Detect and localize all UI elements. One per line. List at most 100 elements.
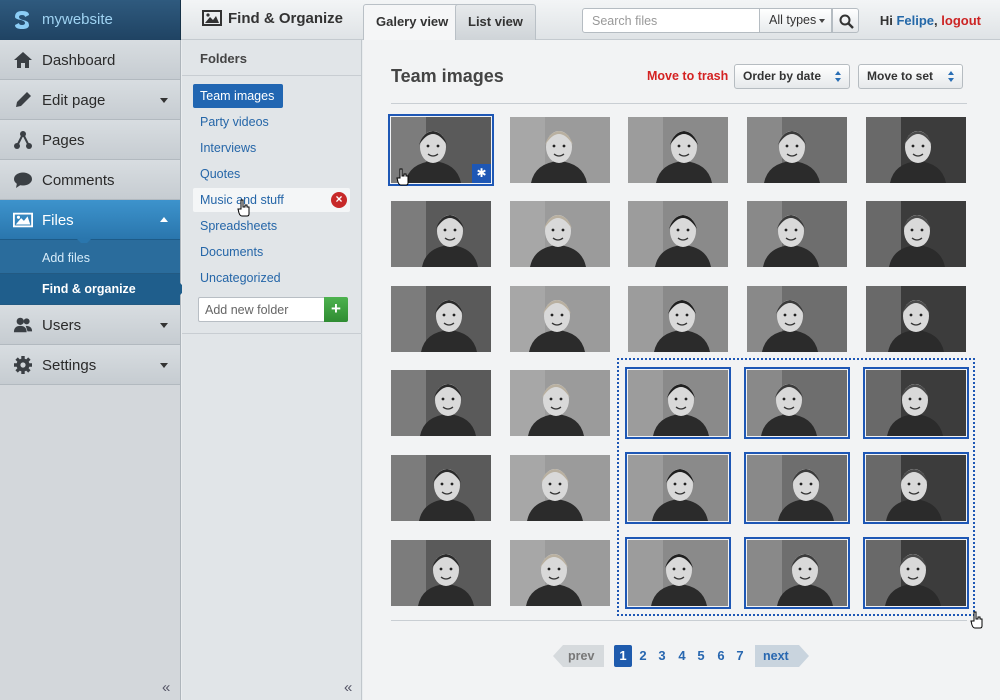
sidebar-item-edit-page[interactable]: Edit page [0, 80, 180, 120]
next-page-button[interactable]: next [755, 645, 809, 667]
search-input[interactable] [582, 8, 760, 33]
photo-thumbnail[interactable] [510, 117, 610, 183]
users-icon [13, 317, 33, 333]
logout-link[interactable]: logout [941, 13, 981, 28]
sidebar: Dashboard Edit page Pages Comments Files… [0, 40, 186, 700]
chevron-down-icon [160, 98, 168, 103]
sidebar-item-label: Users [42, 317, 82, 334]
folders-heading: Folders [182, 40, 361, 76]
folder-item-interviews[interactable]: Interviews [193, 136, 350, 160]
image-icon [202, 10, 222, 26]
photo-thumbnail[interactable] [391, 455, 491, 521]
tab-gallery-view[interactable]: Galery view [363, 4, 462, 41]
photo-thumbnail[interactable] [391, 370, 491, 436]
photo-thumbnail[interactable] [510, 540, 610, 606]
tab-list-view[interactable]: List view [455, 4, 536, 40]
logo-icon [15, 11, 29, 29]
brand[interactable]: mywebsite [0, 0, 181, 40]
sidebar-item-label: Files [42, 212, 74, 229]
folder-item-uncategorized[interactable]: Uncategorized [193, 266, 350, 290]
photo-thumbnail[interactable] [866, 117, 966, 183]
sidebar-item-files[interactable]: Files [0, 200, 180, 246]
folder-item-music-and-stuff[interactable]: Music and stuff × [193, 188, 350, 212]
chevron-down-icon [819, 19, 825, 23]
section-title: Find & Organize [202, 10, 343, 27]
app-name: mywebsite [42, 11, 113, 28]
sidebar-item-settings[interactable]: Settings [0, 345, 180, 385]
user-name[interactable]: Felipe [896, 13, 934, 28]
sidebar-item-comments[interactable]: Comments [0, 160, 180, 200]
divider [182, 333, 362, 334]
top-bar: mywebsite Find & Organize Galery view Li… [0, 0, 1000, 41]
page-number[interactable]: 6 [712, 645, 730, 667]
photo-thumbnail[interactable] [510, 286, 610, 352]
photo-thumbnail[interactable] [510, 201, 610, 267]
speech-bubble-icon [14, 172, 32, 188]
sidebar-item-pages[interactable]: Pages [0, 120, 180, 160]
home-icon [14, 52, 32, 68]
photo-thumbnail[interactable] [628, 286, 728, 352]
remove-folder-icon[interactable]: × [331, 192, 347, 208]
photo-thumbnail[interactable] [628, 117, 728, 183]
pencil-icon [16, 92, 31, 107]
sidebar-item-label: Edit page [42, 92, 106, 109]
photo-thumbnail[interactable] [391, 540, 491, 606]
sidebar-item-dashboard[interactable]: Dashboard [0, 40, 180, 80]
photo-thumbnail[interactable] [510, 370, 610, 436]
image-icon [13, 212, 33, 228]
page-number[interactable]: 7 [731, 645, 749, 667]
sidebar-item-users[interactable]: Users [0, 305, 180, 345]
page-number-current[interactable]: 1 [614, 645, 632, 667]
drag-selection-rectangle [617, 358, 975, 616]
sidebar-item-label: Settings [42, 357, 97, 374]
photo-thumbnail[interactable] [866, 201, 966, 267]
photo-thumbnail[interactable]: ✱ [388, 114, 494, 186]
photo-thumbnail[interactable] [747, 201, 847, 267]
chevron-up-icon [160, 217, 168, 222]
prev-page-button[interactable]: prev [553, 645, 604, 667]
main-content: Team images Move to trash Order by date … [363, 40, 1000, 700]
section-title-text: Find & Organize [228, 10, 344, 27]
chevron-down-icon [160, 363, 168, 368]
photo-thumbnail[interactable] [747, 117, 847, 183]
collapse-folders-icon[interactable]: « [344, 679, 352, 696]
sidebar-item-label: Dashboard [42, 52, 116, 69]
folder-item-documents[interactable]: Documents [193, 240, 350, 264]
type-filter-value: All types [769, 13, 817, 27]
sidebar-subitem-label: Find & organize [42, 282, 136, 296]
folders-panel: Folders Team images Party videos Intervi… [182, 40, 362, 700]
folder-label: Music and stuff [200, 193, 284, 207]
folder-item-quotes[interactable]: Quotes [193, 162, 350, 186]
page-number[interactable]: 2 [634, 645, 652, 667]
folder-item-team-images[interactable]: Team images [193, 84, 284, 108]
sidebar-item-label: Pages [42, 132, 85, 149]
gear-icon[interactable]: ✱ [472, 164, 491, 183]
add-folder-button[interactable]: + [324, 297, 348, 322]
photo-thumbnail[interactable] [747, 286, 847, 352]
photo-thumbnail[interactable] [510, 455, 610, 521]
sitemap-icon [14, 131, 32, 149]
files-submenu: Add files Find & organize [0, 240, 186, 305]
page-number[interactable]: 4 [673, 645, 691, 667]
sidebar-item-label: Comments [42, 172, 115, 189]
user-greeting: Hi Felipe, logout [879, 13, 981, 28]
photo-thumbnail[interactable] [866, 286, 966, 352]
search-icon [839, 14, 854, 29]
page-number[interactable]: 3 [653, 645, 671, 667]
greeting-text: Hi [879, 13, 893, 28]
gear-icon [14, 356, 32, 374]
type-filter-select[interactable]: All types [760, 8, 832, 33]
photo-thumbnail[interactable] [391, 286, 491, 352]
collapse-sidebar-icon[interactable]: « [162, 679, 170, 696]
search-button[interactable] [832, 8, 859, 33]
sidebar-subitem-find-organize[interactable]: Find & organize [0, 274, 186, 305]
new-folder-input[interactable] [198, 297, 326, 322]
photo-thumbnail[interactable] [391, 201, 491, 267]
chevron-down-icon [160, 323, 168, 328]
folder-item-spreadsheets[interactable]: Spreadsheets [193, 214, 350, 238]
page-number[interactable]: 5 [692, 645, 710, 667]
sidebar-subitem-add-files[interactable]: Add files [0, 243, 180, 274]
photo-thumbnail[interactable] [628, 201, 728, 267]
divider [391, 620, 967, 621]
folder-item-party-videos[interactable]: Party videos [193, 110, 350, 134]
